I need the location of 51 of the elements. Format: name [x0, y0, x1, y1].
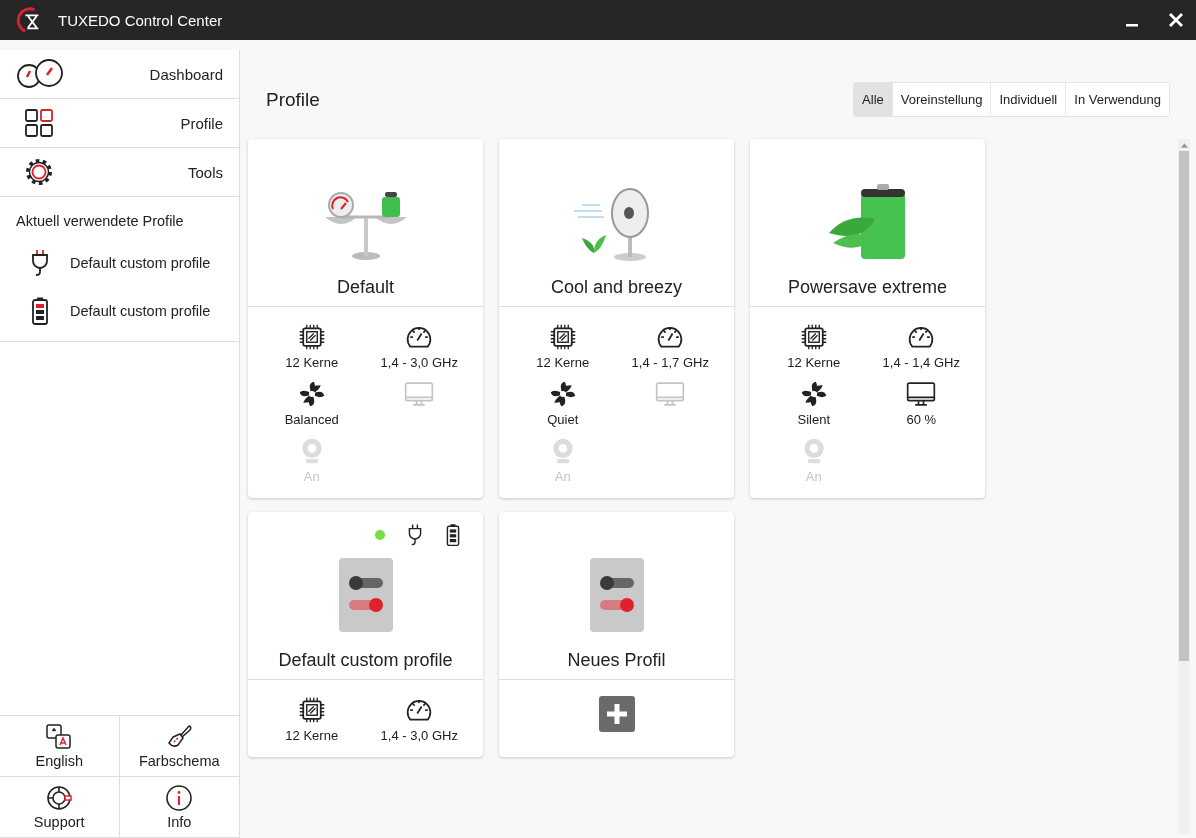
grid-icon — [24, 108, 54, 138]
gear-icon — [24, 157, 54, 187]
profile-card[interactable]: Neues Profil — [499, 512, 734, 757]
monitor-icon — [655, 380, 686, 408]
spec-value: 12 Kerne — [285, 728, 339, 743]
nav-item[interactable]: Tools — [0, 148, 239, 197]
sidebar-button[interactable]: English — [0, 716, 120, 777]
spec-value: An — [303, 469, 320, 484]
battery-icon — [445, 523, 461, 547]
profile-name: Neues Profil — [567, 650, 666, 671]
battery-icon — [30, 297, 50, 325]
profile-name: Powersave extreme — [787, 277, 948, 298]
monitor-icon — [906, 380, 937, 408]
add-icon[interactable] — [598, 696, 635, 732]
spec-value: An — [554, 469, 571, 484]
spec-value: 1,4 - 3,0 GHz — [380, 355, 458, 370]
active-profile-name: Default custom profile — [70, 255, 211, 271]
plug-icon — [407, 523, 423, 547]
scrollbar[interactable] — [1178, 139, 1190, 834]
spec-value: 60 % — [906, 412, 937, 427]
nav-item[interactable]: Profile — [0, 99, 239, 148]
profile-card[interactable]: Default custom profile 12 Kerne 1,4 - 3,0 GHz — [248, 512, 483, 757]
spec-value: 12 Kerne — [536, 355, 590, 370]
monitor-icon — [404, 380, 435, 408]
sidebar-button[interactable]: Farbschema — [119, 716, 239, 777]
close-icon[interactable] — [1168, 12, 1184, 28]
nav-item[interactable]: Dashboard — [0, 50, 239, 99]
section-heading: Aktuell verwendete Profile — [16, 213, 185, 229]
spec-value: 12 Kerne — [285, 355, 339, 370]
spec-value: 12 Kerne — [787, 355, 841, 370]
profile-name: Default — [336, 277, 394, 298]
page-title: Profile — [266, 88, 320, 111]
spec-value: 1,4 - 3,0 GHz — [380, 728, 458, 743]
translate-icon — [45, 723, 74, 751]
speedometer-icon — [16, 59, 66, 89]
sidebar-button[interactable]: Support — [0, 777, 120, 838]
profile-name: Default custom profile — [278, 650, 453, 671]
spec-value: An — [805, 469, 822, 484]
spec-value: 1,4 - 1,4 GHz — [882, 355, 960, 370]
spec-value: 1,4 - 1,7 GHz — [631, 355, 709, 370]
spec-value: Balanced — [284, 412, 339, 427]
plug-icon — [30, 249, 50, 277]
filter-tab[interactable]: Alle — [854, 83, 893, 116]
profile-name: Cool and breezy — [550, 277, 683, 298]
window-title: TUXEDO Control Center — [58, 11, 223, 29]
sidebar-button[interactable]: Info — [119, 777, 239, 838]
active-profile-name: Default custom profile — [70, 303, 211, 319]
spec-value: Quiet — [547, 412, 579, 427]
lifebuoy-icon — [45, 784, 74, 812]
info-icon — [165, 784, 194, 812]
spec-value: Silent — [797, 412, 830, 427]
